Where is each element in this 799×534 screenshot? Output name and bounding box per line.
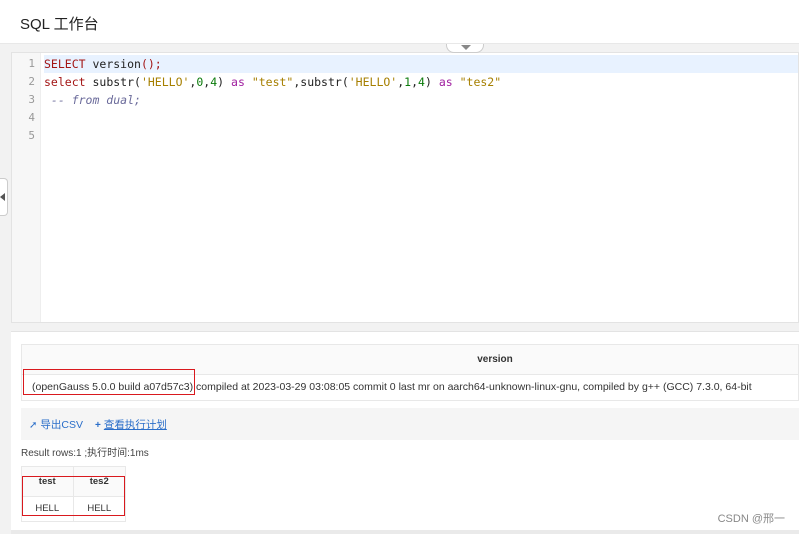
code-token: SELECT — [44, 57, 86, 71]
code-line[interactable]: SELECT version(); — [44, 55, 798, 73]
code-token: , — [411, 75, 419, 89]
result-toolbar: ➚ 导出CSV + 查看执行计划 — [21, 408, 799, 440]
editor-collapse-handle[interactable] — [446, 44, 484, 53]
export-csv-label: 导出CSV — [40, 419, 83, 431]
result-info: Result rows:1 ;执行时间:1ms — [21, 448, 149, 459]
code-token: 4 — [418, 75, 425, 89]
code-token: "tes2" — [459, 75, 502, 89]
results-panel: version (openGauss 5.0.0 build a07d57c3)… — [11, 331, 799, 534]
header-bar: SQL 工作台 — [0, 0, 799, 44]
code-token: as — [431, 75, 460, 89]
sidebar-toggle[interactable] — [0, 178, 8, 216]
export-arrow-icon: ➚ — [29, 420, 38, 431]
code-token: -- from dual; — [44, 93, 141, 107]
page-title: SQL 工作台 — [20, 16, 99, 33]
line-number: 3 — [28, 93, 35, 106]
highlight-box-version — [23, 369, 195, 395]
line-number: 4 — [28, 111, 35, 124]
chevron-down-icon — [461, 45, 471, 50]
code-token: "test" — [251, 75, 294, 89]
code-token: 'HELLO' — [140, 75, 190, 89]
export-csv-button[interactable]: ➚ 导出CSV — [29, 417, 83, 432]
view-plan-label: 查看执行计划 — [103, 419, 167, 431]
line-number-gutter: 1 2 3 4 5 — [12, 53, 41, 322]
sql-workbench: SQL 工作台 12345 SELECT version(); select su… — [0, 0, 799, 534]
highlight-box-result — [22, 476, 125, 516]
code-token: substr — [85, 75, 135, 89]
code-token: select — [44, 75, 86, 89]
watermark: CSDN @邢一 — [717, 513, 785, 525]
code-token: ,substr( — [293, 75, 349, 89]
code-token: as — [224, 75, 252, 89]
plus-icon: + — [95, 420, 101, 431]
code-line[interactable] — [44, 109, 798, 127]
view-plan-button[interactable]: + 查看执行计划 — [95, 417, 167, 432]
code-token: (); — [140, 57, 162, 71]
code-token: ) — [424, 75, 432, 89]
code-line[interactable]: select substr('HELLO',0,4) as "test",sub… — [44, 73, 798, 91]
line-number: 5 — [28, 129, 35, 142]
sql-editor[interactable]: 12345 SELECT version(); select substr('HE… — [11, 52, 799, 323]
code-token: ( — [134, 75, 141, 89]
code-token: version — [85, 57, 141, 71]
code-line[interactable]: -- from dual; — [44, 91, 798, 109]
code-area[interactable]: SELECT version(); select substr('HELLO',0… — [44, 55, 798, 145]
code-token: 'HELLO' — [348, 75, 398, 89]
line-number: 1 — [28, 57, 35, 70]
line-number: 2 — [28, 75, 35, 88]
panel-bottom-edge — [11, 530, 799, 534]
code-line[interactable] — [44, 127, 798, 145]
chevron-left-icon — [0, 193, 5, 201]
